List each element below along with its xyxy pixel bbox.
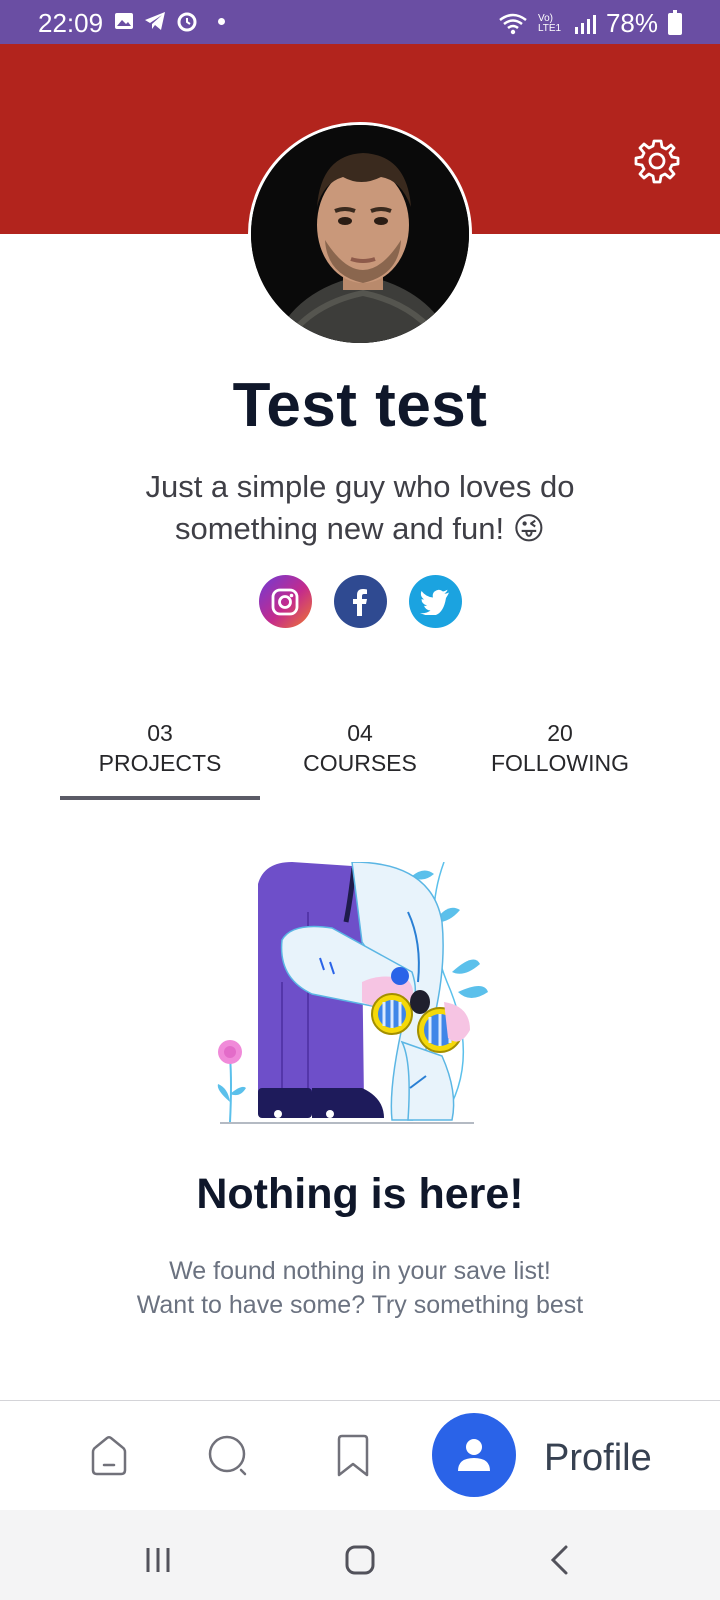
empty-state-line1: We found nothing in your save list!: [169, 1257, 551, 1285]
battery-icon: [668, 9, 682, 35]
back-button[interactable]: [540, 1540, 580, 1580]
avatar[interactable]: [248, 122, 472, 346]
nav-search[interactable]: [204, 1431, 254, 1481]
instagram-button[interactable]: [258, 575, 312, 628]
home-square-icon: [345, 1545, 375, 1575]
telegram-icon: [145, 12, 165, 30]
nav-bookmarks[interactable]: [328, 1431, 378, 1481]
bottom-navigation: Profile: [0, 1400, 720, 1510]
profile-name: Test test: [232, 371, 488, 440]
bookmark-icon: [337, 1434, 369, 1477]
profile-photo: [251, 125, 469, 343]
volte-label: Vo) LTE1: [537, 12, 562, 34]
gallery-icon: [115, 13, 133, 29]
status-bar: 22:09 Vo) LTE1 78%: [0, 0, 720, 44]
dot-icon: [218, 17, 225, 25]
tab-projects[interactable]: 03 PROJECTS: [60, 718, 260, 800]
facebook-icon: [353, 588, 367, 616]
profile-icon: [458, 1439, 490, 1471]
gear-icon: [634, 139, 680, 184]
facebook-button[interactable]: [333, 575, 387, 628]
alarm-icon: [177, 12, 197, 32]
tab-label: COURSES: [303, 750, 417, 776]
status-right-group: Vo) LTE1 78%: [498, 8, 682, 39]
recent-apps-button[interactable]: [138, 1540, 178, 1580]
twitter-icon: [420, 589, 449, 615]
battery-percent: 78%: [605, 8, 658, 38]
nav-profile[interactable]: [432, 1413, 516, 1497]
home-icon: [91, 1436, 127, 1476]
empty-state-line2: Want to have some? Try something best: [136, 1291, 584, 1319]
recent-apps-icon: [146, 1548, 170, 1572]
tab-count: 03: [147, 720, 173, 746]
empty-state-description: We found nothing in your save list! Want…: [100, 1254, 620, 1322]
search-icon: [208, 1435, 247, 1476]
settings-button[interactable]: [632, 136, 682, 186]
wifi-icon: [499, 13, 527, 34]
tab-label: FOLLOWING: [490, 750, 629, 776]
tab-count: 04: [347, 720, 373, 746]
twitter-button[interactable]: [408, 575, 462, 628]
social-links: [0, 575, 720, 628]
tab-following[interactable]: 20 FOLLOWING: [460, 718, 660, 800]
profile-bio: Just a simple guy who loves do something…: [145, 469, 575, 546]
instagram-icon: [271, 588, 299, 615]
status-time: 22:09: [38, 8, 104, 38]
system-navigation: [0, 1510, 720, 1600]
tab-label: PROJECTS: [98, 750, 222, 776]
tab-courses[interactable]: 04 COURSES: [260, 718, 460, 800]
signal-icon: [574, 14, 596, 34]
back-icon: [550, 1545, 568, 1575]
nav-profile-label[interactable]: Profile: [544, 1437, 652, 1480]
status-notification-icons: [114, 10, 225, 32]
empty-state-illustration: [212, 861, 512, 1128]
nav-home[interactable]: [84, 1431, 134, 1481]
profile-tabs: 03 PROJECTS 04 COURSES 20 FOLLOWING: [60, 718, 660, 800]
home-button[interactable]: [340, 1540, 380, 1580]
empty-state-title: Nothing is here!: [196, 1170, 524, 1218]
tab-count: 20: [547, 720, 573, 746]
